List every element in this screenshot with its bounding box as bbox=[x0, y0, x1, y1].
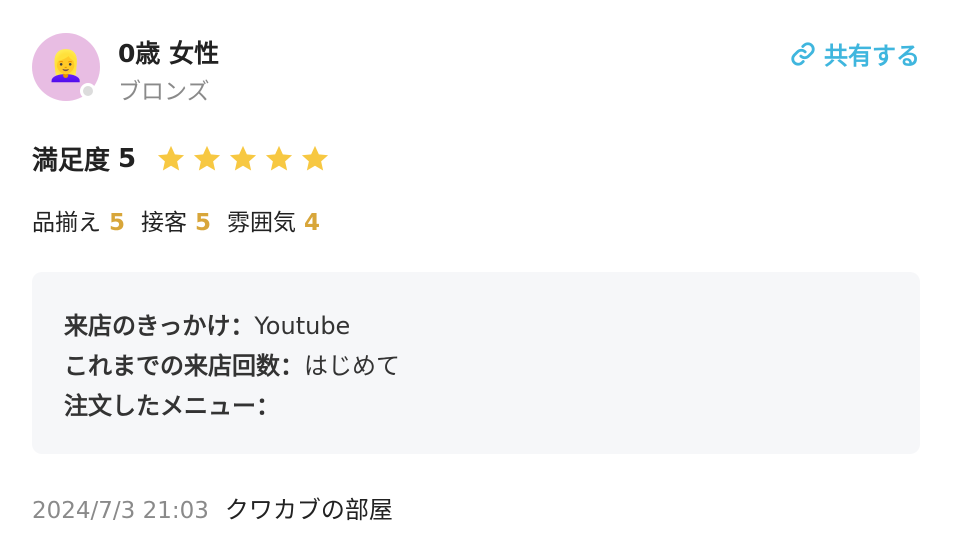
detail-menu-ordered: 注文したメニュー： bbox=[64, 386, 920, 426]
subrating-service: 接客 5 bbox=[141, 203, 211, 237]
star-rating bbox=[154, 143, 332, 175]
visit-details-box: 来店のきっかけ：Youtube これまでの来店回数：はじめて 注文したメニュー： bbox=[32, 272, 920, 454]
subrating-score: 5 bbox=[195, 210, 212, 236]
satisfaction-label: 満足度 bbox=[32, 146, 111, 176]
sub-ratings: 品揃え 5 接客 5 雰囲気 4 bbox=[32, 203, 336, 237]
detail-value: Youtube bbox=[254, 312, 351, 340]
share-label: 共有する bbox=[824, 42, 920, 70]
person-icon: 👱‍♀️ bbox=[47, 49, 85, 84]
reviewer-name[interactable]: 0歳 女性 bbox=[118, 34, 219, 70]
star-icon bbox=[302, 145, 329, 170]
subrating-label: 品揃え bbox=[32, 210, 101, 236]
share-button[interactable]: 共有する bbox=[790, 36, 920, 71]
subrating-label: 雰囲気 bbox=[227, 210, 297, 236]
review-card: 👱‍♀️ 0歳 女性 ブロンズ 共有する 満足度 5 品揃え 5 接客 5 雰囲… bbox=[0, 0, 954, 557]
subrating-atmosphere: 雰囲気 4 bbox=[227, 203, 320, 237]
link-icon bbox=[790, 41, 816, 67]
detail-visit-count: これまでの来店回数：はじめて bbox=[64, 346, 920, 386]
review-footer: 2024/7/3 21:03 クワカブの部屋 bbox=[32, 490, 393, 525]
detail-value: はじめて bbox=[304, 352, 400, 380]
detail-key: これまでの来店回数： bbox=[64, 352, 304, 380]
star-icon bbox=[194, 145, 221, 170]
subrating-score: 4 bbox=[304, 210, 321, 236]
star-icon bbox=[158, 145, 185, 170]
subrating-score: 5 bbox=[109, 210, 126, 236]
detail-visit-reason: 来店のきっかけ：Youtube bbox=[64, 306, 920, 346]
shop-link[interactable]: クワカブの部屋 bbox=[225, 490, 393, 525]
satisfaction-score: 5 bbox=[118, 143, 137, 174]
star-icon bbox=[266, 145, 293, 170]
reviewer-rank: ブロンズ bbox=[118, 79, 210, 105]
star-icon bbox=[230, 145, 257, 170]
subrating-label: 接客 bbox=[141, 210, 188, 236]
satisfaction-rating: 満足度 5 bbox=[32, 140, 332, 177]
subrating-selection: 品揃え 5 bbox=[32, 203, 125, 237]
post-date: 2024/7/3 21:03 bbox=[32, 498, 209, 524]
status-dot bbox=[80, 83, 96, 99]
detail-key: 注文したメニュー： bbox=[64, 392, 280, 420]
detail-key: 来店のきっかけ： bbox=[64, 312, 255, 340]
